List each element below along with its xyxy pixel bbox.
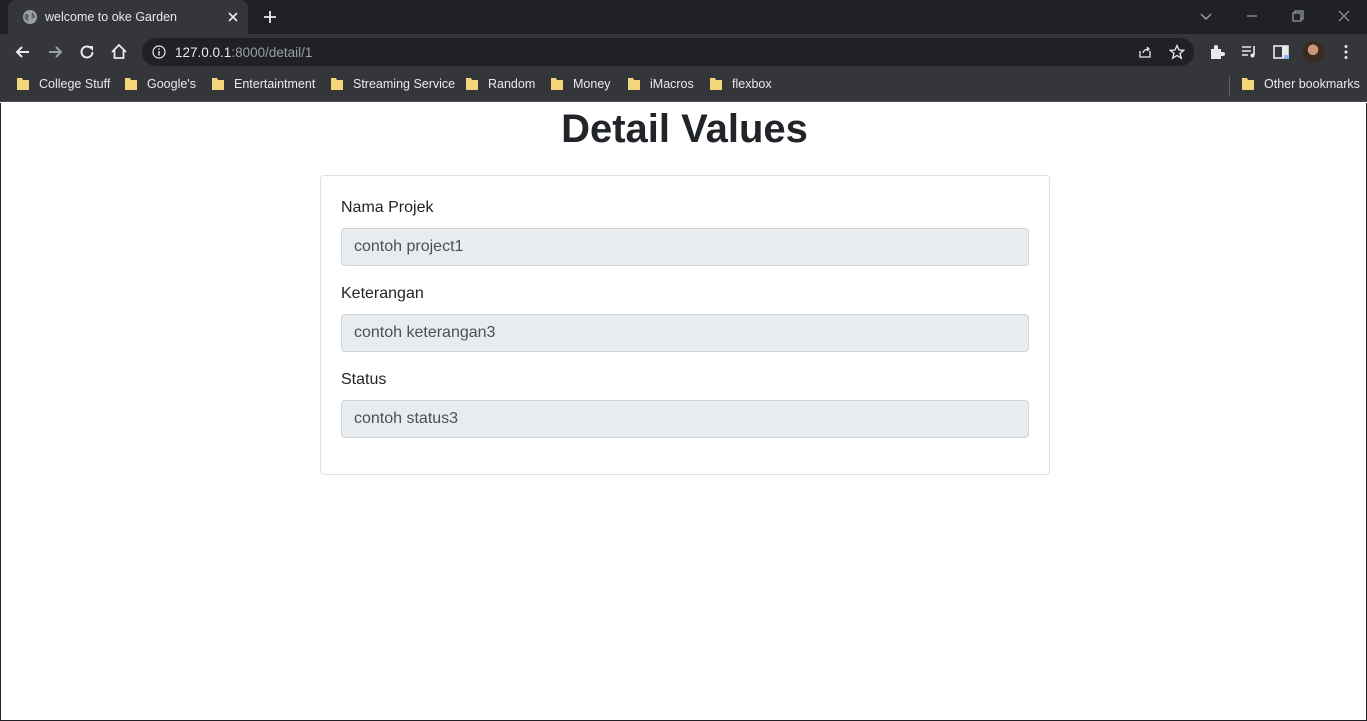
new-tab-icon[interactable] bbox=[261, 8, 279, 26]
minimize-icon[interactable] bbox=[1242, 6, 1262, 26]
folder-icon bbox=[710, 78, 722, 90]
bookmark-label: Random bbox=[488, 77, 536, 91]
site-info-icon[interactable] bbox=[152, 45, 166, 59]
folder-icon bbox=[1242, 78, 1254, 90]
bookmarks-divider bbox=[1229, 76, 1230, 96]
bookmark-imacros[interactable]: iMacros bbox=[628, 77, 694, 91]
close-window-icon[interactable] bbox=[1334, 6, 1354, 26]
bookmark-googles[interactable]: Google's bbox=[125, 77, 196, 91]
page-viewport: Detail Values Nama Projek Keterangan Sta… bbox=[0, 103, 1367, 721]
reload-icon[interactable] bbox=[77, 42, 97, 62]
keterangan-field[interactable] bbox=[341, 314, 1029, 352]
bookmark-label: College Stuff bbox=[39, 77, 111, 91]
bookmark-label: Money bbox=[573, 77, 611, 91]
bookmark-label: Google's bbox=[147, 77, 196, 91]
url-host: 127.0.0.1 bbox=[175, 45, 232, 60]
browser-toolbar: 127.0.0.1:8000/detail/1 bbox=[0, 34, 1367, 70]
bookmark-other-bookmarks[interactable]: Other bookmarks bbox=[1242, 77, 1360, 91]
folder-icon bbox=[125, 78, 137, 90]
status-label: Status bbox=[341, 371, 387, 388]
bookmark-label: Other bookmarks bbox=[1264, 77, 1360, 91]
page-title: Detail Values bbox=[561, 107, 808, 151]
nama-projek-field[interactable] bbox=[341, 228, 1029, 266]
bookmark-entertaintment[interactable]: Entertaintment bbox=[212, 77, 315, 91]
bookmark-streaming-service[interactable]: Streaming Service bbox=[331, 77, 455, 91]
extensions-icon[interactable] bbox=[1208, 43, 1226, 61]
close-tab-icon[interactable] bbox=[226, 10, 240, 24]
folder-icon bbox=[551, 78, 563, 90]
bookmark-label: iMacros bbox=[650, 77, 694, 91]
bookmark-label: Streaming Service bbox=[353, 77, 456, 91]
tab-search-icon[interactable] bbox=[1196, 6, 1216, 26]
media-queue-icon[interactable] bbox=[1240, 43, 1258, 61]
tab-title: welcome to oke Garden bbox=[45, 10, 178, 24]
menu-kebab-icon[interactable] bbox=[1337, 43, 1355, 61]
restore-icon[interactable] bbox=[1288, 6, 1308, 26]
bookmark-college-stuff[interactable]: College Stuff bbox=[17, 77, 110, 91]
forward-icon[interactable] bbox=[45, 42, 65, 62]
side-panel-icon[interactable] bbox=[1272, 43, 1290, 61]
bookmark-label: flexbox bbox=[732, 77, 772, 91]
profile-avatar[interactable] bbox=[1302, 41, 1324, 63]
globe-icon bbox=[23, 10, 37, 24]
folder-icon bbox=[17, 78, 29, 90]
bookmark-label: Entertaintment bbox=[234, 77, 316, 91]
url-text[interactable]: 127.0.0.1:8000/detail/1 bbox=[175, 45, 312, 60]
back-icon[interactable] bbox=[13, 42, 33, 62]
status-field[interactable] bbox=[341, 400, 1029, 438]
url-path: :8000/detail/1 bbox=[231, 45, 313, 60]
tab-strip: welcome to oke Garden bbox=[0, 0, 1367, 34]
bookmarks-bar: College Stuff Google's Entertaintment St… bbox=[0, 70, 1367, 102]
folder-icon bbox=[628, 78, 640, 90]
bookmark-money[interactable]: Money bbox=[551, 77, 611, 91]
folder-icon bbox=[331, 78, 343, 90]
bookmark-flexbox[interactable]: flexbox bbox=[710, 77, 772, 91]
detail-card: Nama Projek Keterangan Status bbox=[320, 175, 1050, 475]
address-bar[interactable]: 127.0.0.1:8000/detail/1 bbox=[142, 38, 1194, 66]
share-icon[interactable] bbox=[1137, 44, 1153, 60]
folder-icon bbox=[466, 78, 478, 90]
home-icon[interactable] bbox=[109, 42, 129, 62]
bookmark-random[interactable]: Random bbox=[466, 77, 535, 91]
tab-active[interactable]: welcome to oke Garden bbox=[8, 0, 248, 34]
nama-projek-label: Nama Projek bbox=[341, 199, 434, 216]
keterangan-label: Keterangan bbox=[341, 285, 424, 302]
bookmark-star-icon[interactable] bbox=[1169, 44, 1185, 60]
folder-icon bbox=[212, 78, 224, 90]
